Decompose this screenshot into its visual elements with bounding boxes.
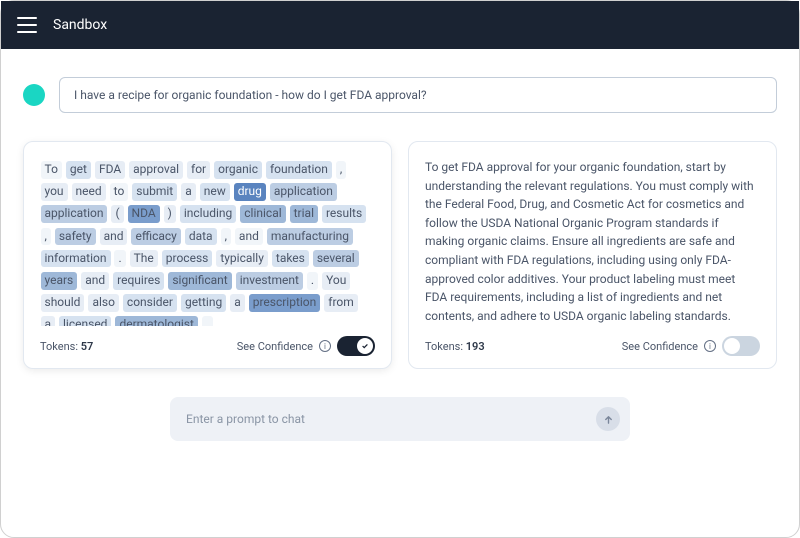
token: drug — [234, 183, 266, 201]
token: a — [41, 316, 56, 326]
token: including — [180, 205, 236, 223]
token: significant — [168, 272, 231, 290]
token: should — [41, 294, 85, 312]
token-count-label: Tokens: 57 — [40, 340, 93, 353]
token: FDA — [95, 161, 125, 179]
token: dermatologist — [115, 316, 197, 326]
token: , — [336, 161, 346, 179]
arrow-up-icon — [603, 414, 614, 425]
panel-footer: Tokens: 57 See Confidence i — [40, 336, 375, 356]
prompt-display[interactable]: I have a recipe for organic foundation -… — [59, 77, 777, 113]
token: You — [322, 272, 350, 290]
token: data — [185, 228, 217, 246]
token: manufacturing — [267, 228, 353, 246]
prompt-row: I have a recipe for organic foundation -… — [23, 77, 777, 113]
token: typically — [216, 250, 268, 268]
confidence-label: See Confidence — [237, 340, 313, 353]
token: submit — [132, 183, 177, 201]
response-panels: To get FDA approval for organic foundati… — [23, 141, 777, 369]
chat-placeholder: Enter a prompt to chat — [186, 412, 305, 426]
token: from — [324, 294, 358, 312]
check-icon — [361, 342, 369, 350]
token: To — [41, 161, 62, 179]
token: approval — [129, 161, 183, 179]
token: licensed — [59, 316, 111, 326]
chat-input-row: Enter a prompt to chat — [23, 397, 777, 441]
token: safety — [55, 228, 96, 246]
info-icon[interactable]: i — [319, 340, 331, 352]
confidence-control: See Confidence i — [237, 336, 375, 356]
token: get — [66, 161, 91, 179]
app-header: Sandbox — [1, 1, 799, 49]
token: investment — [236, 272, 303, 290]
token-count-label: Tokens: 193 — [425, 340, 485, 353]
token: information — [41, 250, 111, 268]
paragraph: To get FDA approval for your organic fou… — [425, 158, 760, 325]
main-content: I have a recipe for organic foundation -… — [1, 49, 799, 457]
confidence-label: See Confidence — [622, 340, 698, 353]
token: prescription — [249, 294, 321, 312]
token: takes — [272, 250, 309, 268]
token: several — [313, 250, 359, 268]
token: . — [307, 272, 318, 290]
confidence-toggle[interactable] — [337, 336, 375, 356]
token: organic — [214, 161, 262, 179]
token: ( — [111, 205, 123, 223]
token: efficacy — [131, 228, 180, 246]
token: and — [100, 228, 128, 246]
token: clinical — [240, 205, 285, 223]
token: requires — [113, 272, 164, 290]
token: you — [41, 183, 68, 201]
token: process — [162, 250, 213, 268]
token: a — [181, 183, 196, 201]
send-button[interactable] — [596, 407, 620, 431]
token: application — [270, 183, 337, 201]
token: need — [72, 183, 106, 201]
token: new — [200, 183, 230, 201]
token: , — [41, 228, 51, 246]
token: consider — [123, 294, 177, 312]
user-avatar — [23, 84, 45, 106]
panel-footer: Tokens: 193 See Confidence i — [425, 336, 760, 356]
confidence-control: See Confidence i — [622, 336, 760, 356]
confidence-toggle[interactable] — [722, 336, 760, 356]
token: application — [41, 205, 108, 223]
token: for — [187, 161, 210, 179]
token: also — [88, 294, 118, 312]
token: trial — [290, 205, 318, 223]
token: years — [41, 272, 78, 290]
token: results — [322, 205, 366, 223]
token: and — [81, 272, 109, 290]
token: NDA — [128, 205, 160, 223]
response-panel-right: To get FDA approval for your organic fou… — [408, 141, 777, 369]
token: , — [221, 228, 231, 246]
chat-input[interactable]: Enter a prompt to chat — [170, 397, 630, 441]
token: The — [130, 250, 158, 268]
token: and — [235, 228, 263, 246]
token-stream: To get FDA approval for organic foundati… — [40, 158, 375, 326]
token: to — [110, 183, 129, 201]
token: foundation — [266, 161, 332, 179]
response-panel-left: To get FDA approval for organic foundati… — [23, 141, 392, 369]
token: getting — [181, 294, 226, 312]
token: ) — [164, 205, 176, 223]
response-text: To get FDA approval for your organic fou… — [425, 158, 760, 326]
hamburger-menu-icon[interactable] — [17, 17, 37, 33]
token: a — [230, 294, 245, 312]
page-title: Sandbox — [53, 17, 107, 33]
token: . — [202, 316, 213, 326]
token: . — [114, 250, 125, 268]
info-icon[interactable]: i — [704, 340, 716, 352]
